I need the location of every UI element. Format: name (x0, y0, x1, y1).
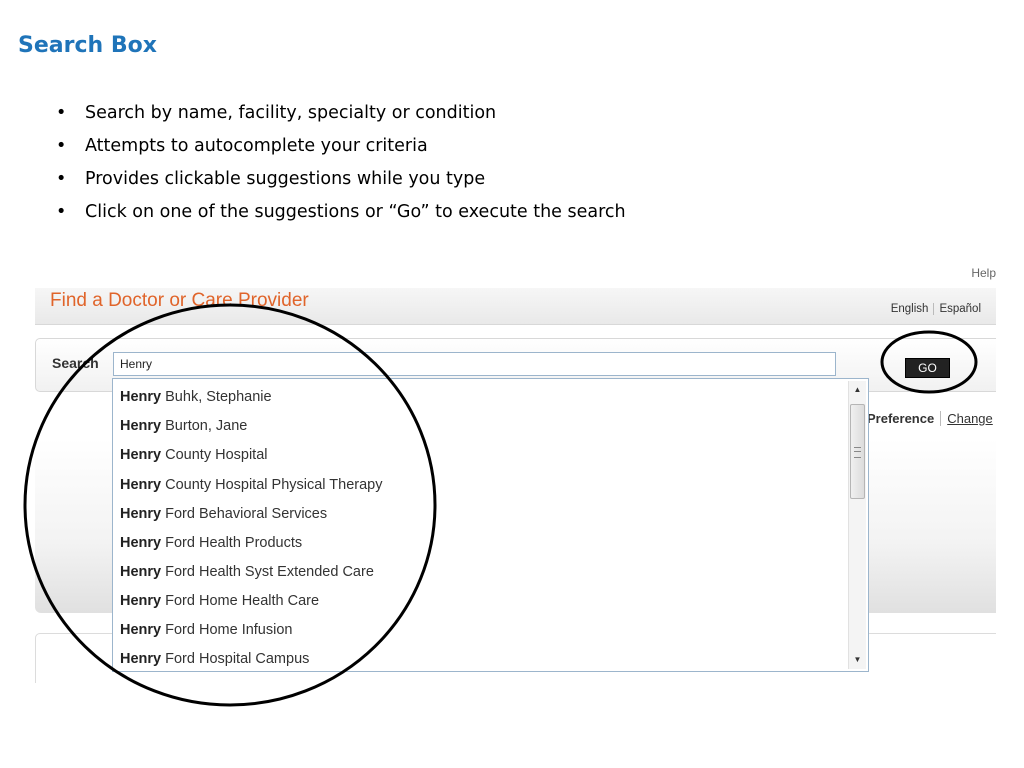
suggestion-text: Buhk, Stephanie (165, 389, 272, 405)
suggestion-text: Burton, Jane (165, 418, 248, 434)
suggestion-match: Henry (120, 418, 162, 434)
screenshot-panel: Help Find a Doctor or Care Provider Engl… (35, 258, 996, 683)
search-input[interactable] (113, 352, 836, 376)
bullet-dot: • (56, 103, 67, 123)
suggestion-match: Henry (120, 389, 162, 405)
bullet-item: • Search by name, facility, specialty or … (56, 103, 626, 136)
language-switcher: English Español (891, 303, 981, 315)
suggestion-text: Ford Hospital Campus (165, 651, 310, 667)
suggestion-item[interactable]: Henry Ford Behavioral Services (120, 506, 327, 535)
dropdown-scrollbar[interactable]: ▲ ▼ (848, 381, 866, 669)
suggestion-text: County Hospital Physical Therapy (165, 477, 383, 493)
suggestion-match: Henry (120, 506, 162, 522)
suggestion-item[interactable]: Henry Ford Health Products (120, 535, 302, 564)
bullet-text: Provides clickable suggestions while you… (85, 169, 486, 189)
suggestion-item[interactable]: Henry Ford Health Syst Extended Care (120, 564, 374, 593)
language-espanol-link[interactable]: Español (939, 303, 981, 315)
go-button[interactable]: GO (905, 358, 950, 378)
bullet-item: • Attempts to autocomplete your criteria (56, 136, 626, 169)
preference-divider (940, 411, 942, 426)
scroll-thumb[interactable] (850, 404, 865, 499)
preference-label: Preference (867, 411, 935, 426)
preference-row: Preference Change (867, 411, 993, 426)
suggestion-text: Ford Home Health Care (165, 593, 320, 609)
bullet-item: • Click on one of the suggestions or “Go”… (56, 202, 626, 235)
bullet-text: Search by name, facility, specialty or c… (85, 103, 497, 123)
scroll-down-arrow-icon[interactable]: ▼ (849, 653, 866, 667)
bullet-text: Click on one of the suggestions or “Go” … (85, 202, 626, 222)
help-link[interactable]: Help (971, 266, 996, 280)
suggestion-item[interactable]: Henry County Hospital (120, 447, 268, 476)
suggestion-match: Henry (120, 477, 162, 493)
bullet-dot: • (56, 169, 67, 189)
suggestion-match: Henry (120, 535, 162, 551)
bullet-list: • Search by name, facility, specialty or … (56, 103, 626, 235)
suggestion-item[interactable]: Henry Ford Home Infusion (120, 622, 292, 651)
suggestion-match: Henry (120, 564, 162, 580)
suggestion-text: Ford Behavioral Services (165, 506, 328, 522)
change-preference-link[interactable]: Change (947, 411, 993, 426)
suggestion-item[interactable]: Henry Ford Home Health Care (120, 593, 319, 622)
language-divider (933, 303, 935, 315)
suggestion-item[interactable]: Henry County Hospital Physical Therapy (120, 477, 382, 506)
app-header: Find a Doctor or Care Provider English Es… (35, 288, 996, 325)
bullet-dot: • (56, 136, 67, 156)
scroll-grip-icon (854, 447, 861, 458)
bullet-text: Attempts to autocomplete your criteria (85, 136, 428, 156)
suggestion-match: Henry (120, 593, 162, 609)
bullet-dot: • (56, 202, 67, 222)
suggestion-match: Henry (120, 447, 162, 463)
app-title: Find a Doctor or Care Provider (50, 290, 309, 311)
suggestion-text: Ford Home Infusion (165, 622, 293, 638)
suggestion-text: Ford Health Syst Extended Care (165, 564, 374, 580)
search-label: Search (52, 355, 99, 371)
suggestion-match: Henry (120, 622, 162, 638)
suggestion-item[interactable]: Henry Burton, Jane (120, 418, 247, 447)
suggestion-item[interactable]: Henry Buhk, Stephanie (120, 389, 272, 418)
suggestion-text: Ford Health Products (165, 535, 303, 551)
scroll-up-arrow-icon[interactable]: ▲ (849, 383, 866, 397)
suggestion-text: County Hospital (165, 447, 268, 463)
suggestion-item[interactable]: Henry Ford Hospital Campus (120, 651, 309, 680)
language-english-link[interactable]: English (891, 303, 929, 315)
autocomplete-dropdown: Henry Buhk, Stephanie Henry Burton, Jane… (112, 378, 869, 672)
slide-title: Search Box (18, 33, 157, 58)
bullet-item: • Provides clickable suggestions while yo… (56, 169, 626, 202)
suggestion-match: Henry (120, 651, 162, 667)
